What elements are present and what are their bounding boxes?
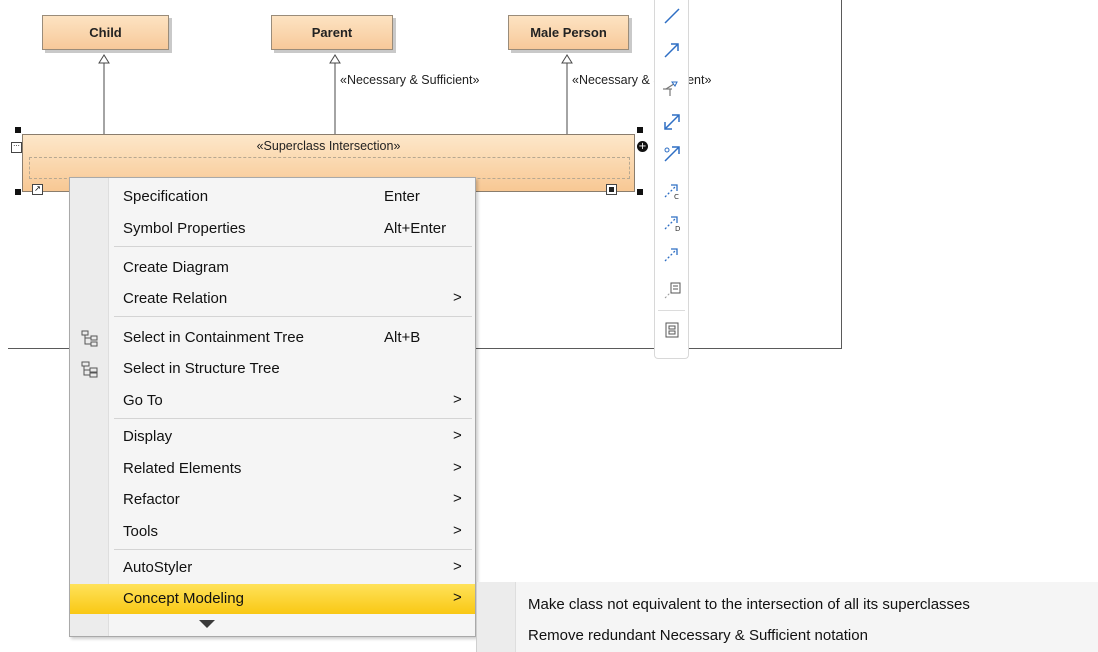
submenu-arrow-icon: > (453, 289, 462, 306)
submenu-arrow-icon: > (453, 391, 462, 408)
resize-handle[interactable] (15, 127, 21, 133)
toolbar-separator (658, 310, 685, 311)
class-name: Parent (311, 25, 353, 40)
expand-icon[interactable]: ↗ (32, 184, 43, 195)
resize-handle[interactable] (15, 189, 21, 195)
menu-item-tools[interactable]: Tools > (70, 516, 475, 548)
menu-item-shortcut: Alt+B (384, 329, 421, 346)
menu-item-display[interactable]: Display > (70, 421, 475, 453)
menu-item-label: Related Elements (123, 460, 242, 477)
stop-icon[interactable] (606, 184, 617, 195)
menu-item-specification[interactable]: Specification Enter (70, 181, 475, 213)
menu-item-select-in-containment-tree[interactable]: Select in Containment Tree Alt+B (70, 322, 475, 354)
menu-item-create-diagram[interactable]: Create Diagram (70, 252, 475, 284)
smart-manipulator-toolbar: C D (654, 0, 689, 359)
context-menu: Specification Enter Symbol Properties Al… (69, 177, 476, 637)
submenu-item-make-not-equivalent[interactable]: Make class not equivalent to the interse… (528, 596, 970, 613)
menu-item-label: Symbol Properties (123, 220, 246, 237)
svg-text:C: C (674, 193, 679, 200)
edge-label-necessary-sufficient: «Necessary & Sufficient» (340, 73, 480, 87)
menu-item-label: Concept Modeling (123, 590, 244, 607)
menu-separator (114, 418, 472, 419)
menu-item-shortcut: Enter (384, 188, 420, 205)
concept-modeling-submenu: Make class not equivalent to the interse… (476, 582, 1098, 652)
submenu-arrow-icon: > (453, 522, 462, 539)
note-anchor-icon[interactable] (662, 280, 682, 300)
class-parent[interactable]: Parent (271, 15, 393, 50)
menu-item-related-elements[interactable]: Related Elements > (70, 453, 475, 485)
dependency-d-icon[interactable]: D (662, 212, 682, 232)
class-child[interactable]: Child (42, 15, 169, 50)
menu-item-label: Specification (123, 188, 209, 205)
resize-handle[interactable] (637, 127, 643, 133)
menu-scroll-down-icon[interactable] (199, 620, 215, 628)
menu-icon-gutter (477, 582, 516, 652)
menu-item-symbol-properties[interactable]: Symbol Properties Alt+Enter (70, 213, 475, 245)
menu-item-label: Refactor (123, 491, 180, 508)
menu-separator (114, 316, 472, 317)
resize-handle[interactable] (637, 189, 643, 195)
menu-item-refactor[interactable]: Refactor > (70, 484, 475, 516)
association-arrow-icon[interactable] (662, 144, 682, 164)
menu-item-autostyler[interactable]: AutoStyler > (70, 552, 475, 584)
menu-item-create-relation[interactable]: Create Relation > (70, 283, 475, 315)
submenu-arrow-icon: > (453, 490, 462, 507)
generalization-icon[interactable] (662, 78, 682, 98)
dashed-arrow-icon[interactable] (662, 244, 682, 264)
menu-item-label: Tools (123, 523, 159, 540)
containment-tree-icon (81, 330, 98, 347)
submenu-arrow-icon: > (453, 427, 462, 444)
menu-separator (114, 549, 472, 550)
menu-separator (114, 246, 472, 247)
menu-item-label: Display (123, 428, 173, 445)
generalization-arrowhead (98, 54, 110, 64)
menu-item-label: Go To (123, 392, 163, 409)
menu-item-label: Select in Structure Tree (123, 360, 280, 377)
menu-item-shortcut: Alt+Enter (384, 220, 447, 237)
menu-item-label: AutoStyler (123, 559, 193, 576)
edge-label-necessary-sufficient: «Necessary & Sufficient» (572, 73, 712, 87)
menu-item-label: Create Diagram (123, 259, 229, 276)
diagram-frame-right (841, 0, 842, 349)
bidirectional-arrow-icon[interactable] (662, 112, 682, 132)
stereotype-label: «Superclass Intersection» (256, 139, 401, 153)
svg-text:D: D (675, 225, 680, 232)
generalization-arrowhead (329, 54, 341, 64)
menu-item-concept-modeling[interactable]: Concept Modeling > (70, 584, 475, 614)
dependency-c-icon[interactable]: C (662, 180, 682, 200)
line-icon[interactable] (662, 6, 682, 26)
menu-item-label: Select in Containment Tree (123, 329, 304, 346)
structure-tree-icon (81, 361, 98, 378)
class-name: Male Person (530, 25, 607, 40)
diagram-layout-icon[interactable] (662, 320, 682, 340)
add-icon[interactable]: + (637, 141, 648, 152)
menu-item-go-to[interactable]: Go To > (70, 385, 475, 417)
compartment-dashed (29, 157, 630, 179)
class-male-person[interactable]: Male Person (508, 15, 629, 50)
menu-item-label: Create Relation (123, 290, 228, 307)
menu-item-select-in-structure-tree[interactable]: Select in Structure Tree (70, 353, 475, 385)
generalization-arrowhead (561, 54, 573, 64)
directed-line-icon[interactable] (662, 40, 682, 60)
submenu-arrow-icon: > (453, 558, 462, 575)
submenu-arrow-icon: > (453, 589, 462, 606)
compartment-toggle-icon[interactable]: ··· (11, 142, 22, 153)
submenu-item-remove-redundant-notation[interactable]: Remove redundant Necessary & Sufficient … (528, 627, 868, 644)
submenu-arrow-icon: > (453, 459, 462, 476)
class-name: Child (89, 25, 122, 40)
